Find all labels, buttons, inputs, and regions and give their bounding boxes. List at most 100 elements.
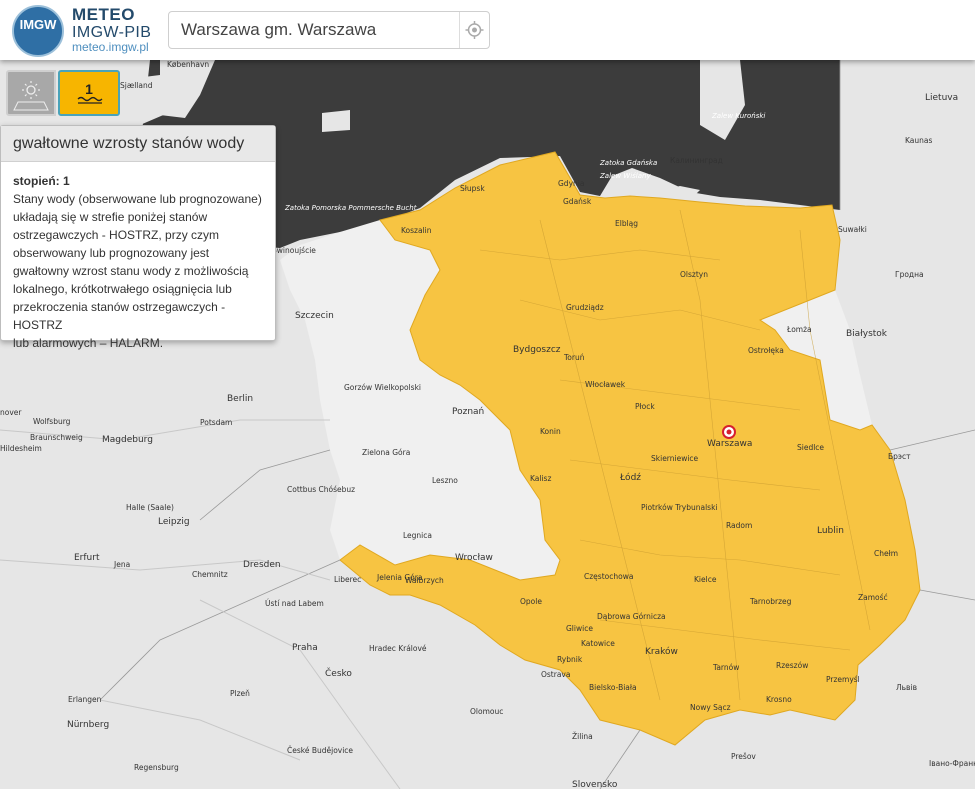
city-label: Olomouc bbox=[470, 707, 503, 716]
popup-line: obserwowany lub prognozowany jest bbox=[13, 246, 210, 260]
city-label: Hradec Králové bbox=[369, 644, 427, 653]
city-label: Plzeň bbox=[230, 689, 250, 698]
city-label: Katowice bbox=[581, 639, 615, 648]
city-label: Slovensko bbox=[572, 780, 618, 789]
city-label: Erlangen bbox=[68, 695, 102, 704]
search-box bbox=[168, 11, 490, 49]
popup-body: stopień: 1 Stany wody (obserwowane lub p… bbox=[1, 162, 275, 352]
city-label: Žilina bbox=[572, 732, 593, 741]
city-label: Wałbrzych bbox=[405, 576, 444, 585]
city-label: Elbląg bbox=[615, 219, 638, 228]
popup-line: gwałtowny wzrost stanu wody z możliwości… bbox=[13, 264, 249, 278]
city-label: Ústí nad Labem bbox=[265, 599, 324, 608]
city-label: Kielce bbox=[694, 575, 717, 584]
city-label: Kaunas bbox=[905, 136, 932, 145]
city-label: Lublin bbox=[817, 526, 844, 536]
map[interactable]: København Sjælland Lietuva Kaunas Калини… bbox=[0, 0, 975, 789]
popup-line: układają się w strefie poniżej stanów bbox=[13, 210, 208, 224]
city-label: Chemnitz bbox=[192, 570, 228, 579]
city-label: Poznań bbox=[452, 407, 484, 417]
city-label: Białystok bbox=[846, 329, 888, 339]
city-label: Bydgoszcz bbox=[513, 345, 561, 355]
city-label: Prešov bbox=[731, 752, 756, 761]
city-label: Гродна bbox=[895, 270, 924, 279]
city-label: Bielsko-Biała bbox=[589, 683, 637, 692]
city-label: Gdańsk bbox=[563, 197, 592, 206]
popup-line: lub alarmowych – HALARM. bbox=[13, 336, 164, 350]
imgw-logo[interactable]: IMGW bbox=[12, 5, 64, 57]
warning-popup: gwałtowne wzrosty stanów wody stopień: 1… bbox=[0, 125, 276, 350]
logo-text: IMGW bbox=[19, 17, 57, 32]
sea-label: Zatoka Pomorska Pommersche Bucht bbox=[284, 204, 417, 212]
city-label: Ostrava bbox=[541, 670, 570, 679]
popup-line: przekroczenia stanów ostrzegawczych - HO… bbox=[13, 300, 226, 332]
city-label: nover bbox=[0, 408, 22, 417]
city-label: Halle (Saale) bbox=[126, 503, 174, 512]
level-1-button[interactable]: 1 bbox=[58, 70, 120, 116]
city-label: Dresden bbox=[243, 560, 281, 570]
brand-subtitle: IMGW-PIB bbox=[72, 24, 152, 41]
city-label: Legnica bbox=[403, 531, 432, 540]
city-label: Ostrołęka bbox=[748, 346, 784, 355]
city-label: Włocławek bbox=[585, 380, 626, 389]
city-label: Leipzig bbox=[158, 517, 190, 527]
city-label: Piotrków Trybunalski bbox=[641, 503, 718, 512]
city-label: Gorzów Wielkopolski bbox=[344, 383, 421, 392]
city-label: Siedlce bbox=[797, 443, 824, 452]
city-label: České Budějovice bbox=[287, 746, 353, 755]
city-label: Gliwice bbox=[566, 624, 593, 633]
city-label: Брэст bbox=[888, 452, 911, 461]
header: IMGW METEO IMGW-PIB meteo.imgw.pl bbox=[0, 0, 975, 60]
city-label: Nürnberg bbox=[67, 720, 109, 730]
popup-title: gwałtowne wzrosty stanów wody bbox=[1, 126, 275, 162]
city-label: Калининград bbox=[670, 156, 723, 165]
city-label: Івано-Франківськ bbox=[929, 759, 975, 768]
sea-label: Zalew Kuroński bbox=[711, 112, 765, 120]
sun-icon bbox=[13, 81, 49, 111]
city-label: Opole bbox=[520, 597, 542, 606]
city-label: Magdeburg bbox=[102, 435, 153, 445]
city-label: Regensburg bbox=[134, 763, 179, 772]
city-label: Česko bbox=[325, 667, 352, 679]
city-label: Radom bbox=[726, 521, 752, 530]
crosshair-icon bbox=[465, 21, 484, 39]
city-label: Olsztyn bbox=[680, 270, 708, 279]
city-label: Rybnik bbox=[557, 655, 583, 664]
popup-line: Stany wody (obserwowane lub prognozowane… bbox=[13, 192, 262, 206]
popup-description: Stany wody (obserwowane lub prognozowane… bbox=[13, 190, 263, 352]
city-label: Łomża bbox=[786, 325, 812, 334]
city-label: Potsdam bbox=[200, 418, 232, 427]
sea-label: Zalew Wiślany bbox=[599, 172, 651, 180]
city-label: Berlin bbox=[227, 394, 253, 404]
city-label: Lietuva bbox=[925, 93, 958, 103]
sea-label: Zatoka Gdańska bbox=[599, 159, 657, 167]
city-label: Zamość bbox=[858, 593, 888, 602]
city-label: Rzeszów bbox=[776, 661, 808, 670]
city-label: Przemyśl bbox=[826, 675, 860, 684]
city-label: Tarnobrzeg bbox=[749, 597, 792, 606]
search-input[interactable] bbox=[169, 12, 459, 48]
city-label: Krosno bbox=[766, 695, 792, 704]
city-label: Suwałki bbox=[838, 225, 867, 234]
city-label: Wolfsburg bbox=[33, 417, 71, 426]
locate-button[interactable] bbox=[459, 12, 489, 48]
city-label: Hildesheim bbox=[0, 444, 42, 453]
city-label: Sjælland bbox=[120, 81, 153, 90]
city-label: Płock bbox=[635, 402, 655, 411]
city-label: Grudziądz bbox=[566, 303, 604, 312]
city-label: Liberec bbox=[334, 575, 361, 584]
city-label: Wrocław bbox=[455, 553, 493, 563]
city-label: Toruń bbox=[563, 353, 585, 362]
brand-title: METEO bbox=[72, 5, 135, 24]
city-label: Słupsk bbox=[460, 184, 485, 193]
level-off-button[interactable] bbox=[6, 70, 56, 116]
city-label: Praha bbox=[292, 643, 318, 653]
brand[interactable]: METEO IMGW-PIB meteo.imgw.pl bbox=[72, 6, 151, 54]
wave-icon bbox=[77, 96, 103, 104]
city-label: Cottbus Chóśebuz bbox=[287, 485, 355, 494]
city-label: Szczecin bbox=[295, 311, 334, 321]
city-label: Koszalin bbox=[401, 226, 432, 235]
city-label: Świnoujście bbox=[272, 246, 316, 255]
brand-url: meteo.imgw.pl bbox=[72, 40, 149, 54]
city-label: København bbox=[167, 60, 209, 69]
